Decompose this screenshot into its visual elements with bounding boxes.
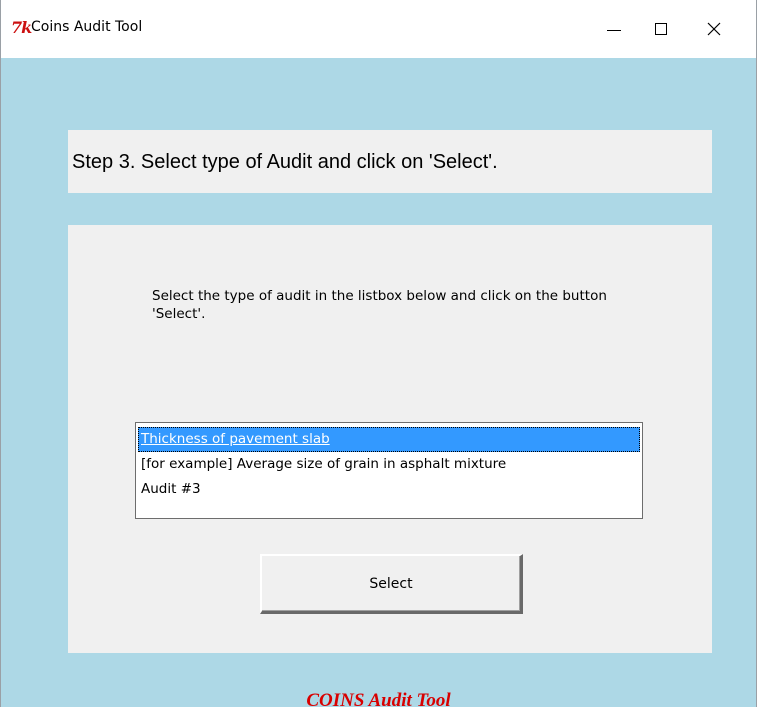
audit-type-listbox[interactable]: Thickness of pavement slab [for example]… <box>135 422 643 519</box>
listbox-item[interactable]: Thickness of pavement slab <box>138 427 640 452</box>
step-heading: Step 3. Select type of Audit and click o… <box>72 151 498 173</box>
app-window: 7k Coins Audit Tool Step 3. Select type … <box>0 0 757 707</box>
title-bar[interactable]: 7k Coins Audit Tool <box>1 0 756 58</box>
listbox-item[interactable]: Audit #3 <box>138 477 640 502</box>
select-button-label: Select <box>369 575 413 592</box>
close-icon <box>707 22 721 36</box>
maximize-icon <box>655 23 667 35</box>
main-panel: Select the type of audit in the listbox … <box>68 225 712 653</box>
footer-title: COINS Audit Tool <box>306 690 451 707</box>
maximize-button[interactable] <box>638 0 684 58</box>
listbox-item[interactable]: [for example] Average size of grain in a… <box>138 452 640 477</box>
minimize-icon <box>607 29 621 31</box>
instruction-text: Select the type of audit in the listbox … <box>152 288 607 322</box>
client-area: Step 3. Select type of Audit and click o… <box>1 58 756 707</box>
minimize-button[interactable] <box>591 0 637 58</box>
close-button[interactable] <box>691 0 737 58</box>
select-button[interactable]: Select <box>260 554 523 614</box>
tk-feather-icon: 7k <box>11 18 32 37</box>
step-panel: Step 3. Select type of Audit and click o… <box>68 130 712 193</box>
window-title: Coins Audit Tool <box>31 19 143 35</box>
